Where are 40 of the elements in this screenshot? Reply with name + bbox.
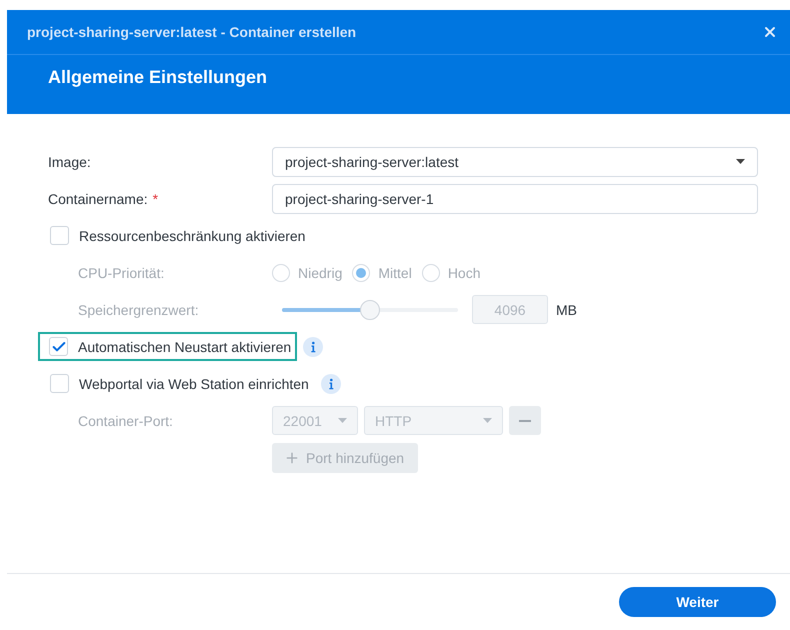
radio-option[interactable]: Hoch — [422, 264, 488, 282]
close-icon — [762, 24, 778, 40]
radio-option[interactable]: Mittel — [352, 264, 420, 282]
field-label: Containername: * — [48, 190, 160, 206]
radio-button[interactable] — [352, 264, 370, 282]
slider-thumb[interactable] — [360, 300, 380, 320]
checkbox-option[interactable]: Ressourcenbeschränkung aktivieren — [48, 221, 312, 250]
minus-icon — [519, 420, 531, 422]
close-button[interactable] — [762, 24, 778, 40]
name-input[interactable]: project-sharing-server-1 — [272, 184, 758, 214]
checkbox[interactable] — [50, 374, 69, 393]
radio-button[interactable] — [422, 264, 440, 282]
protocol-select[interactable]: HTTP — [364, 406, 503, 435]
memory-input[interactable]: 4096 — [472, 295, 548, 324]
field-label: CPU-Priorität: — [77, 264, 166, 280]
radio-button[interactable] — [272, 264, 290, 282]
caret-icon — [483, 418, 492, 423]
radio-option[interactable]: Niedrig — [272, 264, 350, 282]
caret-icon — [736, 159, 745, 164]
checkbox[interactable] — [49, 337, 68, 356]
field-label: Speichergrenzwert: — [77, 302, 200, 318]
add-port-button[interactable]: Port hinzufügen — [272, 442, 418, 472]
section-heading: Allgemeine Einstellungen — [48, 67, 268, 88]
slider-track[interactable] — [282, 308, 458, 312]
checkbox-option[interactable]: Webportal via Web Station einrichten — [48, 369, 315, 398]
next-button[interactable]: Weiter — [619, 587, 776, 617]
info-icon[interactable] — [303, 336, 324, 356]
highlight-frame[interactable]: Automatischen Neustart aktivieren — [38, 332, 298, 361]
unit-label: MB — [556, 302, 577, 318]
option-label: Automatischen Neustart aktivieren — [78, 338, 292, 354]
port-select[interactable]: 22001 — [272, 406, 358, 435]
field-label: Container-Port: — [77, 412, 174, 428]
window-title: project-sharing-server:latest - Container erstellen — [27, 24, 356, 40]
caret-icon — [338, 418, 347, 423]
info-icon[interactable] — [320, 374, 341, 394]
image-select[interactable]: project-sharing-server:latest — [272, 146, 758, 176]
checkbox[interactable] — [50, 226, 69, 245]
field-label: Image: — [48, 154, 92, 170]
remove-button[interactable] — [509, 406, 541, 435]
plus-icon — [284, 450, 300, 466]
